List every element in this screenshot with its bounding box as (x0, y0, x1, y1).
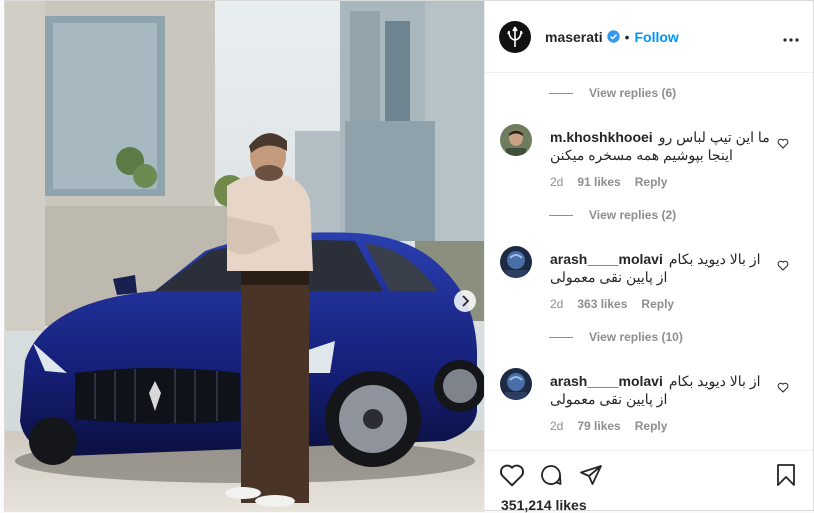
comment-meta: 2d 91 likes Reply (550, 175, 667, 189)
follow-button[interactable]: Follow (635, 29, 679, 45)
heart-icon[interactable] (499, 463, 525, 492)
comment-likes[interactable]: 79 likes (577, 419, 620, 433)
post-actions-bar: 351,214 likes (485, 450, 813, 513)
comment-meta: 2d 363 likes Reply (550, 297, 674, 311)
commenter-avatar[interactable] (500, 368, 532, 400)
replies-divider (549, 214, 573, 216)
post-header: maserati • Follow (485, 1, 813, 73)
view-replies-button[interactable]: View replies (10) (549, 330, 683, 344)
more-options-icon[interactable] (783, 26, 799, 47)
comment-body: arash____molavi از بالا دیوید بکام از پا… (550, 372, 773, 408)
view-replies-label: View replies (10) (589, 330, 683, 344)
commenter-avatar[interactable] (500, 246, 532, 278)
comment-age: 2d (550, 175, 564, 189)
trident-logo-icon (507, 26, 523, 47)
replies-divider (549, 336, 573, 338)
view-replies-label: View replies (6) (589, 86, 677, 100)
header-separator: • (624, 28, 630, 45)
reply-button[interactable]: Reply (635, 419, 668, 433)
comment-text-line1: ما این تیپ لباس رو (658, 129, 770, 145)
comment-text-line1: از بالا دیوید بکام (668, 373, 761, 389)
comment-text-line2: از پایین نقی معمولی (550, 269, 668, 285)
replies-divider (549, 92, 573, 94)
view-replies-label: View replies (2) (589, 208, 677, 222)
comment-body: m.khoshkhooei ما این تیپ لباس رو اینجا ب… (550, 128, 773, 164)
chevron-right-icon (462, 295, 470, 307)
reply-button[interactable]: Reply (635, 175, 668, 189)
comment-age: 2d (550, 297, 564, 311)
reply-button[interactable]: Reply (641, 297, 674, 311)
post-side-panel: maserati • Follow View replies (6) m.kho… (484, 1, 813, 513)
next-photo-button[interactable] (454, 290, 476, 312)
comment-likes[interactable]: 91 likes (577, 175, 620, 189)
post-photo[interactable] (5, 1, 484, 512)
comment-item: m.khoshkhooei ما این تیپ لباس رو اینجا ب… (500, 124, 803, 194)
comment-body: arash____molavi از بالا دیوید بکام از پا… (550, 250, 773, 286)
commenter-avatar[interactable] (500, 124, 532, 156)
comment-item: arash____molavi از بالا دیوید بکام از پا… (500, 246, 803, 316)
view-replies-button[interactable]: View replies (6) (549, 86, 676, 100)
comment-username[interactable]: m.khoshkhooei (550, 128, 653, 146)
comment-age: 2d (550, 419, 564, 433)
view-replies-button[interactable]: View replies (2) (549, 208, 676, 222)
comment-meta: 2d 79 likes Reply (550, 419, 667, 433)
comment-likes[interactable]: 363 likes (577, 297, 627, 311)
comment-text-line1: از بالا دیوید بکام (668, 251, 761, 267)
verified-badge-icon (606, 30, 620, 43)
comment-icon[interactable] (539, 463, 563, 492)
comment-like-heart-icon[interactable] (777, 136, 789, 154)
account-username[interactable]: maserati (545, 29, 603, 45)
comment-username[interactable]: arash____molavi (550, 250, 663, 268)
comment-like-heart-icon[interactable] (777, 258, 789, 276)
comment-text-line2: از پایین نقی معمولی (550, 391, 668, 407)
comments-list: View replies (6) m.khoshkhooei ما این تی… (485, 74, 813, 449)
comment-username[interactable]: arash____molavi (550, 372, 663, 390)
instagram-post: maserati • Follow View replies (6) m.kho… (4, 0, 814, 513)
photo-illustration (5, 1, 484, 512)
comment-like-heart-icon[interactable] (777, 380, 789, 398)
comment-item: arash____molavi از بالا دیوید بکام از پا… (500, 368, 803, 438)
maserati-avatar[interactable] (499, 20, 531, 53)
comment-text-line2: اینجا بپوشیم همه مسخره میکنن (550, 147, 733, 163)
share-icon[interactable] (579, 463, 603, 492)
bookmark-icon[interactable] (775, 463, 797, 492)
